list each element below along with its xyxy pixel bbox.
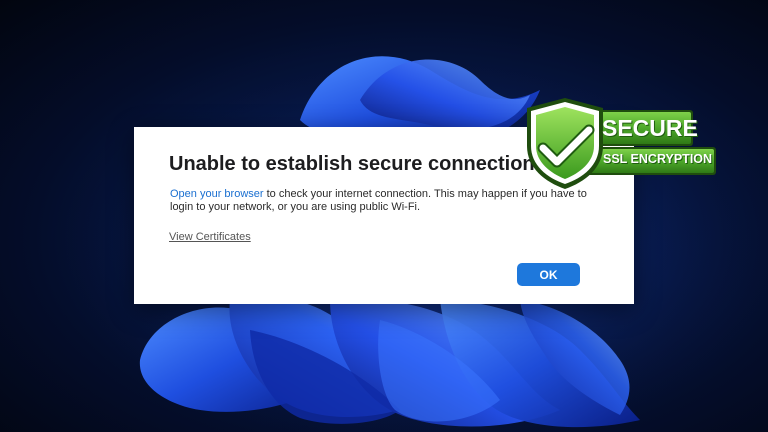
- view-certificates-link[interactable]: View Certificates: [169, 231, 251, 243]
- dialog-message: Open your browser to check your internet…: [170, 188, 600, 214]
- checkmark-icon: [537, 124, 595, 168]
- badge-subtitle: SSL ENCRYPTION: [603, 152, 713, 166]
- open-browser-link[interactable]: Open your browser: [170, 188, 264, 200]
- badge-title: SECURE: [602, 115, 698, 141]
- ok-button[interactable]: OK: [517, 263, 580, 286]
- secure-ssl-badge: SECURE SSL ENCRYPTION: [523, 96, 718, 191]
